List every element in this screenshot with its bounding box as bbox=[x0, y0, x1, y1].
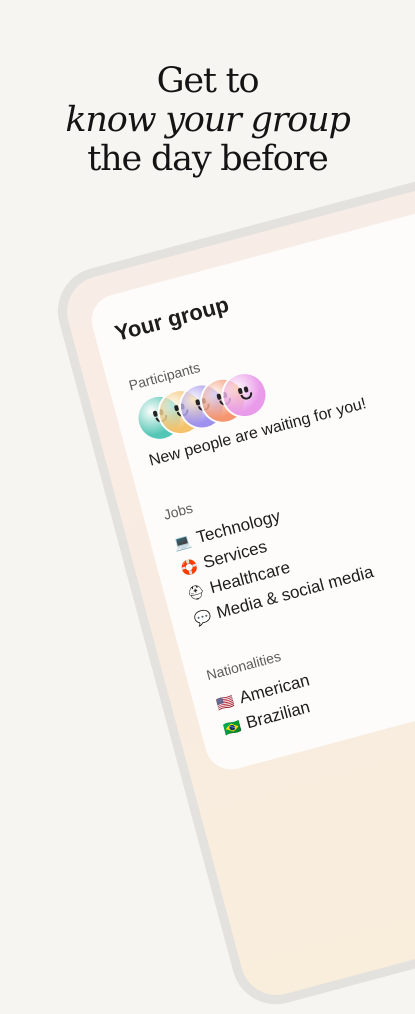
group-card: Your group Participants New people are w… bbox=[85, 188, 415, 778]
headline-line-3: the day before bbox=[87, 139, 329, 179]
smiley-face-icon bbox=[234, 383, 254, 403]
headline-line-1: Get to bbox=[156, 61, 260, 101]
brazil-flag-icon: 🇧🇷 bbox=[221, 717, 243, 738]
headline-line-2: know your group bbox=[65, 100, 351, 140]
headline: Get to know your group the day before bbox=[0, 62, 415, 179]
phone-screen: Your group Participants New people are w… bbox=[59, 169, 415, 1004]
phone-mockup: Your group Participants New people are w… bbox=[48, 158, 415, 1014]
group-card-content: Your group Participants New people are w… bbox=[112, 224, 415, 778]
speech-bubble-icon: 💬 bbox=[192, 607, 214, 628]
